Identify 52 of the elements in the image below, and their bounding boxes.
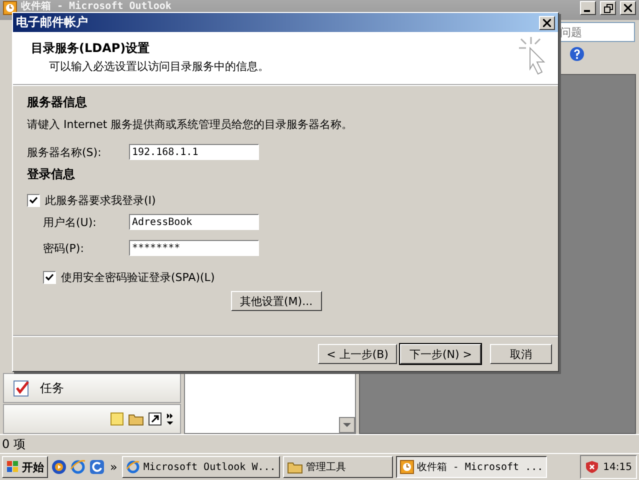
status-text: 0 项 xyxy=(2,436,26,452)
header-title: 目录服务(LDAP)设置 xyxy=(31,40,151,57)
shortcut-icon[interactable] xyxy=(148,412,162,426)
wizard-button[interactable]: 下一步(N) > xyxy=(400,344,481,364)
browser-icon xyxy=(126,460,140,474)
close-icon xyxy=(624,4,632,12)
refresh-icon[interactable] xyxy=(89,459,105,475)
taskbar-button[interactable]: Microsoft Outlook W... xyxy=(122,456,280,478)
checkbox-label: 此服务器要求我登录(I) xyxy=(45,193,156,208)
start-button[interactable]: 开始 xyxy=(2,456,48,478)
dialog-title: 电子邮件帐户 xyxy=(16,14,88,31)
media-player-icon[interactable] xyxy=(51,459,67,475)
username-field[interactable]: AdressBook xyxy=(129,214,259,230)
clock-icon xyxy=(400,460,414,474)
close-button[interactable] xyxy=(620,1,636,15)
scroll-down-icon[interactable] xyxy=(339,417,355,433)
browser-icon[interactable] xyxy=(70,459,86,475)
restore-icon xyxy=(604,4,612,12)
close-button[interactable] xyxy=(539,16,555,30)
clock: 14:15 xyxy=(603,462,632,472)
folder-icon xyxy=(286,460,303,474)
taskbar-button[interactable]: 收件箱 - Microsoft ... xyxy=(396,456,548,478)
nav-item[interactable]: 任务 xyxy=(3,373,181,403)
task-icon xyxy=(12,378,32,398)
overflow-chevron[interactable]: » xyxy=(108,460,120,474)
note-icon[interactable] xyxy=(110,412,124,426)
section-heading: 登录信息 xyxy=(27,166,76,183)
server-name-field[interactable]: 192.168.1.1 xyxy=(129,144,259,160)
section-description: 请键入 Internet 服务提供商或系统管理员给您的目录服务器名称。 xyxy=(27,117,354,132)
taskbar-button[interactable]: 管理工具 xyxy=(282,456,393,478)
wizard-button[interactable]: 取消 xyxy=(490,344,552,364)
windows-logo-icon xyxy=(6,460,20,474)
field-label: 密码(P): xyxy=(43,240,85,256)
checkbox[interactable] xyxy=(43,271,56,284)
shield-icon[interactable] xyxy=(585,460,600,474)
more-settings-button[interactable]: 其他设置(M)... xyxy=(231,291,322,311)
checkbox[interactable] xyxy=(27,194,40,207)
field-label: 服务器名称(S): xyxy=(27,144,102,160)
password-field[interactable]: ******** xyxy=(129,240,259,256)
section-heading: 服务器信息 xyxy=(27,94,88,111)
help-icon[interactable] xyxy=(569,46,585,62)
nav-item-label: 任务 xyxy=(40,380,64,396)
chevron-icon[interactable] xyxy=(166,412,174,426)
folder-icon[interactable] xyxy=(128,412,144,426)
close-icon xyxy=(543,18,551,26)
wizard-button[interactable]: < 上一步(B) xyxy=(318,344,398,364)
checkbox-label: 使用安全密码验证登录(SPA)(L) xyxy=(61,270,215,285)
minimize-button[interactable] xyxy=(580,1,596,15)
field-label: 用户名(U): xyxy=(43,214,98,230)
window-title: 收件箱 - Microsoft Outlook xyxy=(21,1,172,12)
header-subtitle: 可以输入必选设置以访问目录服务中的信息。 xyxy=(48,59,269,74)
restore-button[interactable] xyxy=(600,1,616,15)
